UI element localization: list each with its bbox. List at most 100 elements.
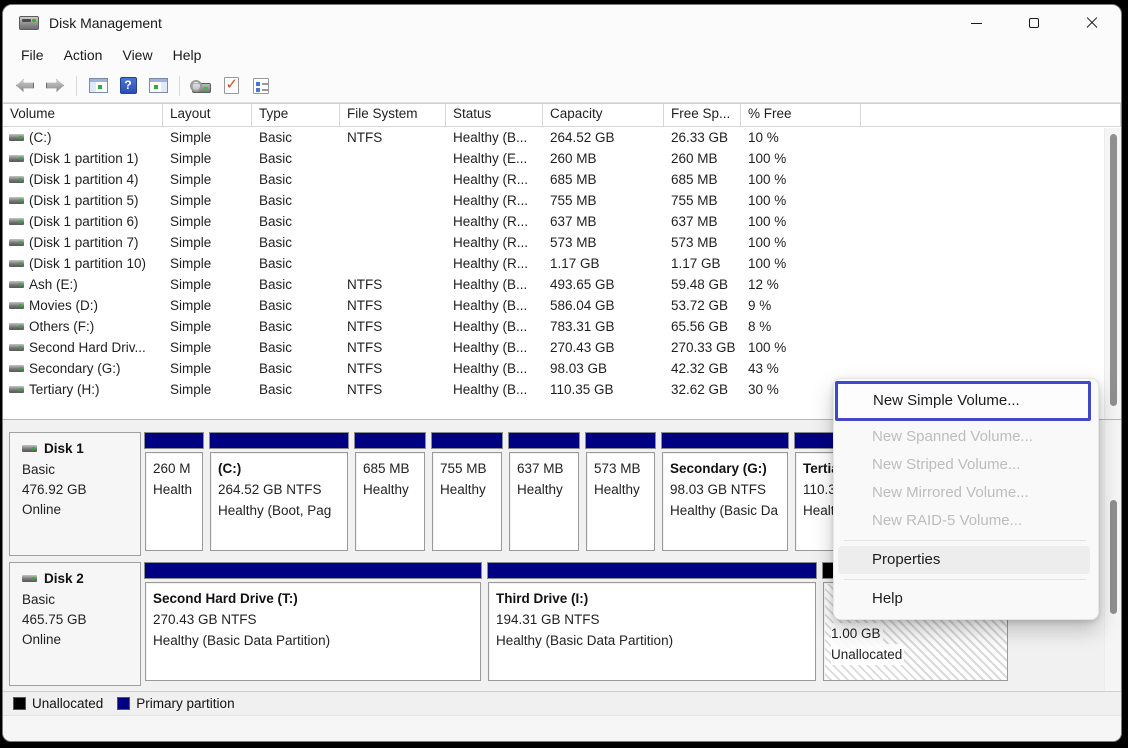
column-header-free[interactable]: % Free xyxy=(741,104,861,126)
titlebar: Disk Management xyxy=(3,5,1121,41)
volume-list-scrollbar[interactable] xyxy=(1104,128,1121,419)
partition-body: 573 MBHealthy xyxy=(586,452,655,551)
partition-third-drive-i[interactable]: Third Drive (I:)194.31 GB NTFSHealthy (B… xyxy=(487,562,817,686)
partition-size: 264.52 GB NTFS xyxy=(218,479,340,500)
volume-name: Movies (D:) xyxy=(29,298,98,313)
volume-list-scrollbar-thumb[interactable] xyxy=(1110,134,1117,406)
partition-status: Healthy (Basic Data Partition) xyxy=(153,630,473,651)
volume-name: (Disk 1 partition 1) xyxy=(29,151,139,166)
column-header-volume[interactable]: Volume xyxy=(3,104,163,126)
capacity-cell: 110.35 GB xyxy=(543,382,664,397)
disk-header-disk-2[interactable]: Disk 2Basic465.75 GBOnline xyxy=(9,562,141,686)
graphical-view-scrollbar[interactable] xyxy=(1104,420,1121,691)
percent-free-cell: 9 % xyxy=(741,298,861,313)
partition-637-mb[interactable]: 637 MBHealthy xyxy=(508,432,580,556)
forward-button[interactable] xyxy=(41,73,69,99)
type-cell: Basic xyxy=(252,172,340,187)
show-action-pane-button[interactable] xyxy=(144,73,172,99)
legend-item-primary-partition: Primary partition xyxy=(117,696,234,711)
table-row[interactable]: (Disk 1 partition 10)SimpleBasicHealthy … xyxy=(3,253,1121,274)
free-space-cell: 637 MB xyxy=(664,214,741,229)
column-header-status[interactable]: Status xyxy=(446,104,543,126)
table-row[interactable]: (C:)SimpleBasicNTFSHealthy (B...264.52 G… xyxy=(3,127,1121,148)
window-title: Disk Management xyxy=(49,15,162,31)
rescan-disks-button[interactable] xyxy=(187,73,215,99)
status-cell: Healthy (B... xyxy=(446,361,543,376)
type-cell: Basic xyxy=(252,151,340,166)
partition-size: 98.03 GB NTFS xyxy=(670,479,780,500)
context-menu-item-new-raid-5-volume: New RAID-5 Volume... xyxy=(834,507,1098,535)
type-cell: Basic xyxy=(252,130,340,145)
percent-free-cell: 43 % xyxy=(741,361,861,376)
partition-573-mb[interactable]: 573 MBHealthy xyxy=(585,432,656,556)
maximize-button[interactable] xyxy=(1005,5,1063,41)
percent-free-cell: 100 % xyxy=(741,193,861,208)
help-button[interactable] xyxy=(114,73,142,99)
partition-755-mb[interactable]: 755 MBHealthy xyxy=(431,432,503,556)
table-row[interactable]: Second Hard Driv...SimpleBasicNTFSHealth… xyxy=(3,337,1121,358)
volume-drive-icon xyxy=(9,134,24,141)
close-button[interactable] xyxy=(1063,5,1121,41)
layout-cell: Simple xyxy=(163,340,252,355)
check-document-button[interactable] xyxy=(217,73,245,99)
back-button[interactable] xyxy=(11,73,39,99)
capacity-cell: 637 MB xyxy=(543,214,664,229)
volume-drive-icon xyxy=(9,302,24,309)
context-menu-item-properties[interactable]: Properties xyxy=(838,546,1090,574)
table-row[interactable]: (Disk 1 partition 7)SimpleBasicHealthy (… xyxy=(3,232,1121,253)
table-row[interactable]: (Disk 1 partition 4)SimpleBasicHealthy (… xyxy=(3,169,1121,190)
partition-status: Healthy (Basic Data Partition) xyxy=(496,630,808,651)
table-row[interactable]: Ash (E:)SimpleBasicNTFSHealthy (B...493.… xyxy=(3,274,1121,295)
minimize-button[interactable] xyxy=(947,5,1005,41)
filesystem-cell: NTFS xyxy=(340,298,446,313)
status-cell: Healthy (R... xyxy=(446,214,543,229)
menu-help[interactable]: Help xyxy=(163,44,212,66)
disk-kind: Basic xyxy=(22,590,140,610)
menu-file[interactable]: File xyxy=(11,44,54,66)
volume-drive-icon xyxy=(9,323,24,330)
layout-cell: Simple xyxy=(163,214,252,229)
type-cell: Basic xyxy=(252,277,340,292)
table-row[interactable]: Others (F:)SimpleBasicNTFSHealthy (B...7… xyxy=(3,316,1121,337)
partition-685-mb[interactable]: 685 MBHealthy xyxy=(354,432,426,556)
disk-header-disk-1[interactable]: Disk 1Basic476.92 GBOnline xyxy=(9,432,141,556)
layout-cell: Simple xyxy=(163,277,252,292)
menu-view[interactable]: View xyxy=(112,44,162,66)
type-cell: Basic xyxy=(252,361,340,376)
partition-status: Healthy xyxy=(363,479,417,500)
layout-cell: Simple xyxy=(163,151,252,166)
column-header-file-system[interactable]: File System xyxy=(340,104,446,126)
legend-bar: UnallocatedPrimary partition xyxy=(3,691,1121,715)
show-console-tree-button[interactable] xyxy=(84,73,112,99)
column-header-capacity[interactable]: Capacity xyxy=(543,104,664,126)
table-row[interactable]: Movies (D:)SimpleBasicNTFSHealthy (B...5… xyxy=(3,295,1121,316)
volume-name-cell: (Disk 1 partition 5) xyxy=(3,193,163,208)
partition-c[interactable]: (C:)264.52 GB NTFSHealthy (Boot, Pag xyxy=(209,432,349,556)
primary-partition-color-strip xyxy=(508,432,580,449)
volume-name: Secondary (G:) xyxy=(29,361,121,376)
context-menu-item-new-simple-volume[interactable]: New Simple Volume... xyxy=(835,381,1091,421)
partition-second-hard-drive-t[interactable]: Second Hard Drive (T:)270.43 GB NTFSHeal… xyxy=(144,562,482,686)
volume-name-cell: Second Hard Driv... xyxy=(3,340,163,355)
type-cell: Basic xyxy=(252,382,340,397)
graphical-view-scrollbar-thumb[interactable] xyxy=(1110,500,1117,614)
table-row[interactable]: (Disk 1 partition 1)SimpleBasicHealthy (… xyxy=(3,148,1121,169)
table-row[interactable]: (Disk 1 partition 5)SimpleBasicHealthy (… xyxy=(3,190,1121,211)
properties-list-button[interactable] xyxy=(247,73,275,99)
desktop-background: Disk Management FileActionViewHelp Volum… xyxy=(0,0,1128,748)
table-row[interactable]: (Disk 1 partition 6)SimpleBasicHealthy (… xyxy=(3,211,1121,232)
table-row[interactable]: Secondary (G:)SimpleBasicNTFSHealthy (B.… xyxy=(3,358,1121,379)
volume-name-cell: (Disk 1 partition 1) xyxy=(3,151,163,166)
back-icon xyxy=(16,79,34,92)
partition-secondary-g[interactable]: Secondary (G:)98.03 GB NTFSHealthy (Basi… xyxy=(661,432,789,556)
free-space-cell: 53.72 GB xyxy=(664,298,741,313)
context-menu-item-help[interactable]: Help xyxy=(834,585,1098,613)
partition-260-m[interactable]: 260 MHealth xyxy=(144,432,204,556)
primary-partition-color-strip xyxy=(144,432,204,449)
menu-action[interactable]: Action xyxy=(54,44,113,66)
column-header-layout[interactable]: Layout xyxy=(163,104,252,126)
window-controls xyxy=(947,5,1121,41)
column-header-free-sp[interactable]: Free Sp... xyxy=(664,104,741,126)
column-header-type[interactable]: Type xyxy=(252,104,340,126)
primary-partition-color-strip xyxy=(144,562,482,579)
